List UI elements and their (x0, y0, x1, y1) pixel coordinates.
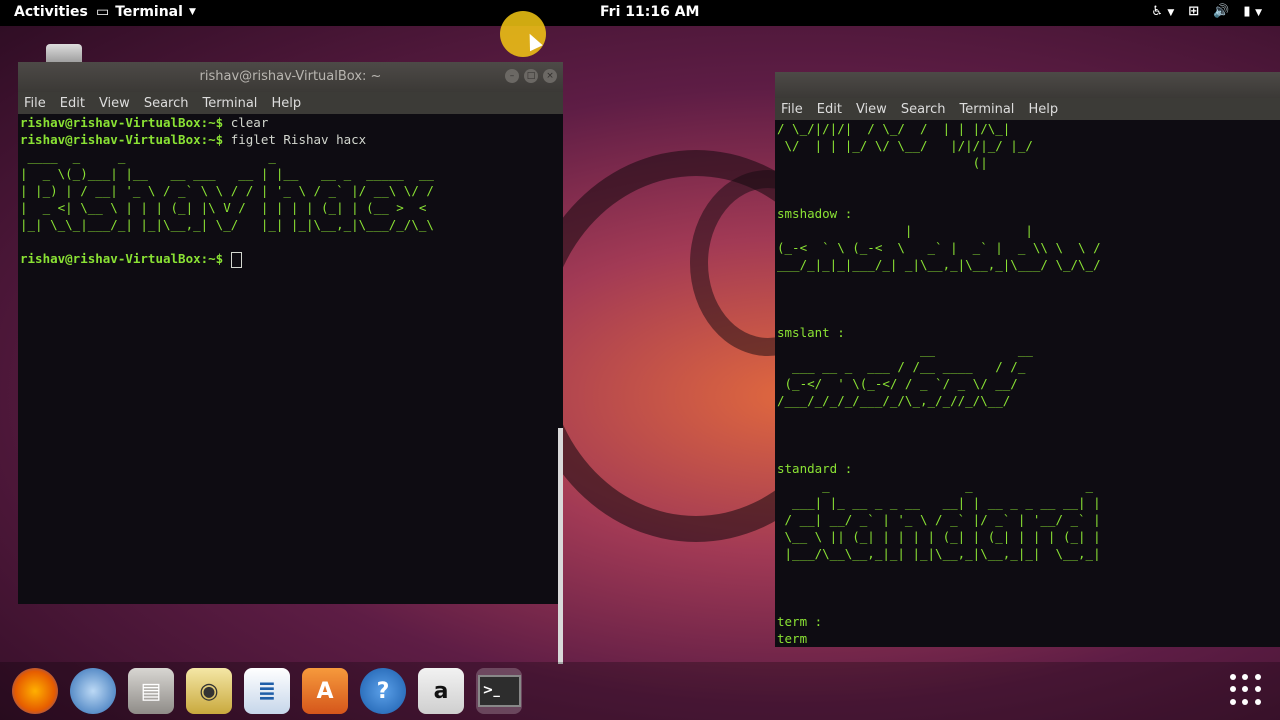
show-applications-button[interactable] (1230, 674, 1262, 706)
menu-file[interactable]: File (781, 102, 803, 117)
battery-icon[interactable]: ▮ ▼ (1243, 4, 1262, 19)
terminal-output[interactable]: / \_/|/|/| / \_/ / | | |/\_| \/ | | |_/ … (775, 120, 1280, 647)
menu-file[interactable]: File (24, 96, 46, 111)
terminal-window-right[interactable]: File Edit View Search Terminal Help / \_… (775, 72, 1280, 647)
terminal-line: rishav@rishav-VirtualBox:~$ (20, 250, 561, 268)
menu-edit[interactable]: Edit (817, 102, 842, 117)
software-icon[interactable]: A (302, 668, 348, 714)
minimize-button[interactable]: – (505, 69, 519, 83)
top-bar: Activities ▭ Terminal ▼ Fri 11:16 AM ♿ ▼… (0, 0, 1280, 26)
menu-edit[interactable]: Edit (60, 96, 85, 111)
terminal-output[interactable]: rishav@rishav-VirtualBox:~$ clear rishav@… (18, 114, 563, 604)
amazon-icon[interactable]: a (418, 668, 464, 714)
chevron-down-icon: ▼ (188, 7, 196, 17)
firefox-icon[interactable] (12, 668, 58, 714)
volume-icon[interactable]: 🔊 (1213, 4, 1229, 19)
scrollbar[interactable] (558, 428, 563, 664)
menu-help[interactable]: Help (1028, 102, 1058, 117)
thunderbird-icon[interactable] (70, 668, 116, 714)
cursor-highlight (500, 11, 546, 57)
terminal-icon[interactable]: >_ (476, 668, 522, 714)
menu-search[interactable]: Search (144, 96, 189, 111)
files-icon[interactable]: ▤ (128, 668, 174, 714)
network-icon[interactable]: ⊞ (1188, 4, 1199, 19)
menu-view[interactable]: View (99, 96, 130, 111)
trash-icon[interactable] (46, 44, 82, 64)
rhythmbox-icon[interactable]: ◉ (186, 668, 232, 714)
maximize-button[interactable]: □ (524, 69, 538, 83)
window-titlebar[interactable]: rishav@rishav-VirtualBox: ~ – □ × (18, 62, 563, 92)
activities-button[interactable]: Activities (14, 4, 88, 20)
menu-view[interactable]: View (856, 102, 887, 117)
terminal-line: rishav@rishav-VirtualBox:~$ figlet Risha… (20, 132, 367, 147)
figlet-output: ____ _ _ _ | _ \(_)___| |__ __ ___ __ | … (20, 149, 434, 232)
menu-search[interactable]: Search (901, 102, 946, 117)
close-button[interactable]: × (543, 69, 557, 83)
window-title: rishav@rishav-VirtualBox: ~ (199, 69, 382, 84)
clock[interactable]: Fri 11:16 AM (600, 4, 699, 20)
text-cursor (230, 251, 242, 268)
dock: ▤ ◉ ≣ A ? a >_ (0, 662, 1280, 720)
accessibility-icon[interactable]: ♿ ▼ (1151, 4, 1174, 19)
terminal-window-left[interactable]: rishav@rishav-VirtualBox: ~ – □ × File E… (18, 62, 563, 664)
help-icon[interactable]: ? (360, 668, 406, 714)
window-titlebar[interactable] (775, 72, 1280, 98)
terminal-icon: ▭ (96, 4, 110, 20)
terminal-line: rishav@rishav-VirtualBox:~$ clear (20, 115, 269, 130)
menu-bar: File Edit View Search Terminal Help (775, 98, 1280, 120)
system-tray[interactable]: ♿ ▼ ⊞ 🔊 ▮ ▼ (1151, 4, 1262, 19)
writer-icon[interactable]: ≣ (244, 668, 290, 714)
menu-help[interactable]: Help (271, 96, 301, 111)
app-menu[interactable]: ▭ Terminal ▼ (96, 4, 196, 20)
menu-terminal[interactable]: Terminal (959, 102, 1014, 117)
menu-terminal[interactable]: Terminal (202, 96, 257, 111)
menu-bar: File Edit View Search Terminal Help (18, 92, 563, 114)
